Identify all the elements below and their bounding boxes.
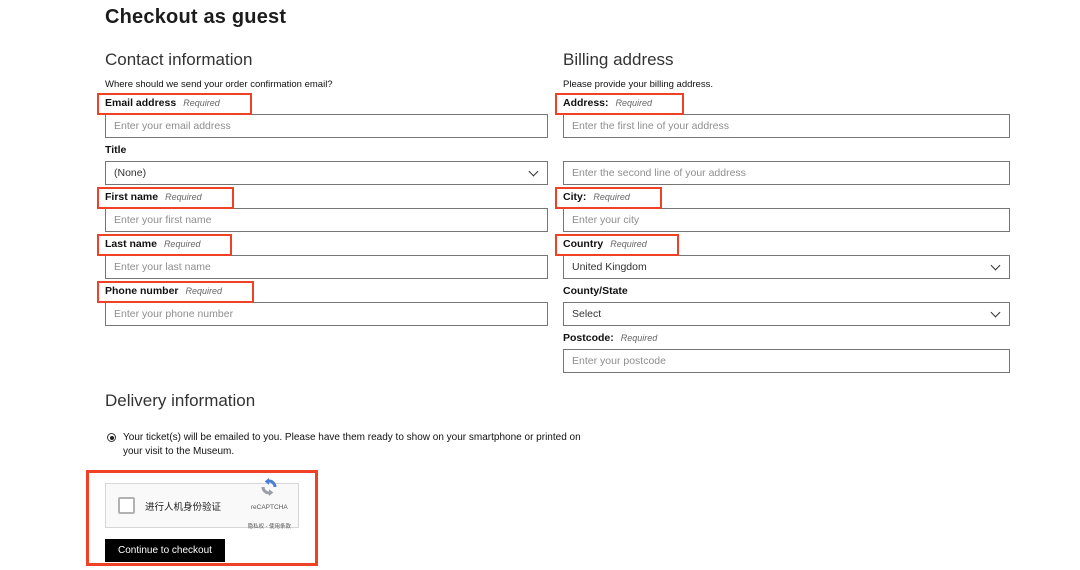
contact-section: Contact information Where should we send… xyxy=(97,50,548,326)
first-name-group: First name Required xyxy=(97,187,548,238)
address-line2-group xyxy=(563,144,1010,191)
last-name-label: Last name xyxy=(105,238,157,250)
title-label: Title xyxy=(105,144,127,156)
recaptcha-brand: reCAPTCHA 隐私权 - 使用条款 xyxy=(248,478,291,533)
postcode-field[interactable] xyxy=(563,349,1010,373)
delivery-email-radio[interactable] xyxy=(107,433,116,442)
last-name-field[interactable] xyxy=(105,255,548,279)
phone-field[interactable] xyxy=(105,302,548,326)
address-line2-field[interactable] xyxy=(563,161,1010,185)
county-state-select[interactable]: Select xyxy=(563,302,1010,326)
address-label: Address: xyxy=(563,97,609,109)
postcode-required-flag: Required xyxy=(620,333,658,343)
page-title: Checkout as guest xyxy=(105,6,287,28)
last-name-group: Last name Required xyxy=(97,234,548,285)
recaptcha-label: 进行人机身份验证 xyxy=(145,501,222,513)
city-required-flag: Required xyxy=(593,192,630,202)
country-required-flag: Required xyxy=(610,239,647,249)
country-select[interactable]: United Kingdom xyxy=(563,255,1010,279)
billing-heading: Billing address xyxy=(563,50,674,69)
county-state-label: County/State xyxy=(563,285,628,297)
city-field[interactable] xyxy=(563,208,1010,232)
country-label: Country xyxy=(563,238,604,250)
email-group: Email address Required xyxy=(97,93,548,144)
annotation-box-first-name: First name Required xyxy=(97,187,234,209)
billing-subheading: Please provide your billing address. xyxy=(563,79,713,90)
first-name-field[interactable] xyxy=(105,208,548,232)
phone-group: Phone number Required xyxy=(97,281,548,332)
continue-to-checkout-button[interactable]: Continue to checkout xyxy=(105,539,225,562)
county-state-select-value: Select xyxy=(572,308,602,320)
country-select-value: United Kingdom xyxy=(572,261,647,273)
postcode-group: Postcode: Required xyxy=(563,332,1010,379)
contact-subheading: Where should we send your order confirma… xyxy=(105,79,333,90)
annotation-box-email: Email address Required xyxy=(97,93,252,115)
recaptcha-privacy-terms-links[interactable]: 隐私权 - 使用条款 xyxy=(248,524,291,530)
phone-label: Phone number xyxy=(105,285,179,297)
annotation-box-address: Address: Required xyxy=(555,93,685,115)
contact-heading: Contact information xyxy=(105,50,253,69)
recaptcha-logo-icon xyxy=(261,478,277,497)
city-label: City: xyxy=(563,191,587,203)
email-required-flag: Required xyxy=(183,98,220,108)
recaptcha-widget: 进行人机身份验证 reCAPTCHA 隐私权 - 使用条款 xyxy=(105,478,299,530)
chevron-down-icon xyxy=(528,166,539,177)
first-name-label: First name xyxy=(105,191,159,203)
annotation-box-phone: Phone number Required xyxy=(97,281,255,303)
address-required-flag: Required xyxy=(615,98,653,108)
chevron-down-icon xyxy=(990,307,1001,318)
address-line1-group: Address: Required xyxy=(555,93,1010,144)
postcode-label: Postcode: xyxy=(563,332,614,344)
title-select-value: (None) xyxy=(114,167,147,179)
annotation-box-city: City: Required xyxy=(555,187,662,209)
recaptcha-brand-name: reCAPTCHA xyxy=(250,504,288,512)
email-field[interactable] xyxy=(105,114,548,138)
county-state-group: County/State Select xyxy=(563,285,1010,332)
delivery-option-text: Your ticket(s) will be emailed to you. P… xyxy=(123,432,581,457)
last-name-required-flag: Required xyxy=(163,239,201,249)
delivery-section: Delivery information Your ticket(s) will… xyxy=(105,391,605,459)
recaptcha-checkbox[interactable] xyxy=(118,497,135,514)
city-group: City: Required xyxy=(555,187,1010,238)
annotation-box-country: Country Required xyxy=(555,234,679,256)
chevron-down-icon xyxy=(990,260,1001,271)
country-group: Country Required United Kingdom xyxy=(555,234,1010,285)
title-select[interactable]: (None) xyxy=(105,161,548,185)
phone-required-flag: Required xyxy=(185,286,223,296)
billing-section: Billing address Please provide your bill… xyxy=(555,50,1010,373)
delivery-heading: Delivery information xyxy=(105,391,256,410)
address-line1-field[interactable] xyxy=(563,114,1010,138)
email-label: Email address xyxy=(105,97,177,109)
first-name-required-flag: Required xyxy=(165,192,202,202)
title-group: Title (None) xyxy=(105,144,548,191)
annotation-box-last-name: Last name Required xyxy=(97,234,233,256)
